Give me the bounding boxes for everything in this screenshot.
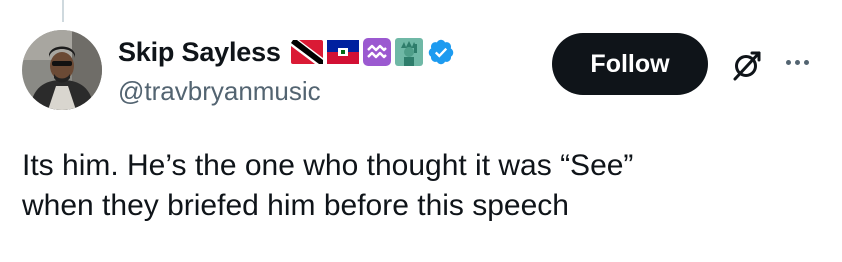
tweet-text-line: Its him. He’s the one who thought it was… (22, 149, 634, 182)
flag-trinidad-and-tobago-icon (290, 40, 323, 64)
thread-connector-line (62, 0, 64, 22)
author-display-name[interactable]: Skip Sayless (118, 37, 281, 68)
tweet-header: Skip Sayless @travbryanmusic Follow (118, 30, 838, 120)
avatar-photo (22, 30, 102, 110)
flag-haiti-icon (326, 40, 359, 64)
author-name-row: Skip Sayless (118, 34, 455, 70)
aquarius-icon (362, 38, 391, 66)
statue-of-liberty-icon (394, 38, 423, 66)
avatar[interactable] (22, 30, 102, 110)
tweet-text-line: when they briefed him before this speech (22, 189, 569, 222)
more-options-icon[interactable] (780, 50, 814, 74)
grok-icon[interactable] (730, 48, 764, 82)
verified-badge-icon[interactable] (427, 38, 455, 66)
author-handle[interactable]: @travbryanmusic (118, 76, 321, 107)
follow-button[interactable]: Follow (552, 33, 708, 95)
tweet-text: Its him. He’s the one who thought it was… (22, 146, 822, 226)
